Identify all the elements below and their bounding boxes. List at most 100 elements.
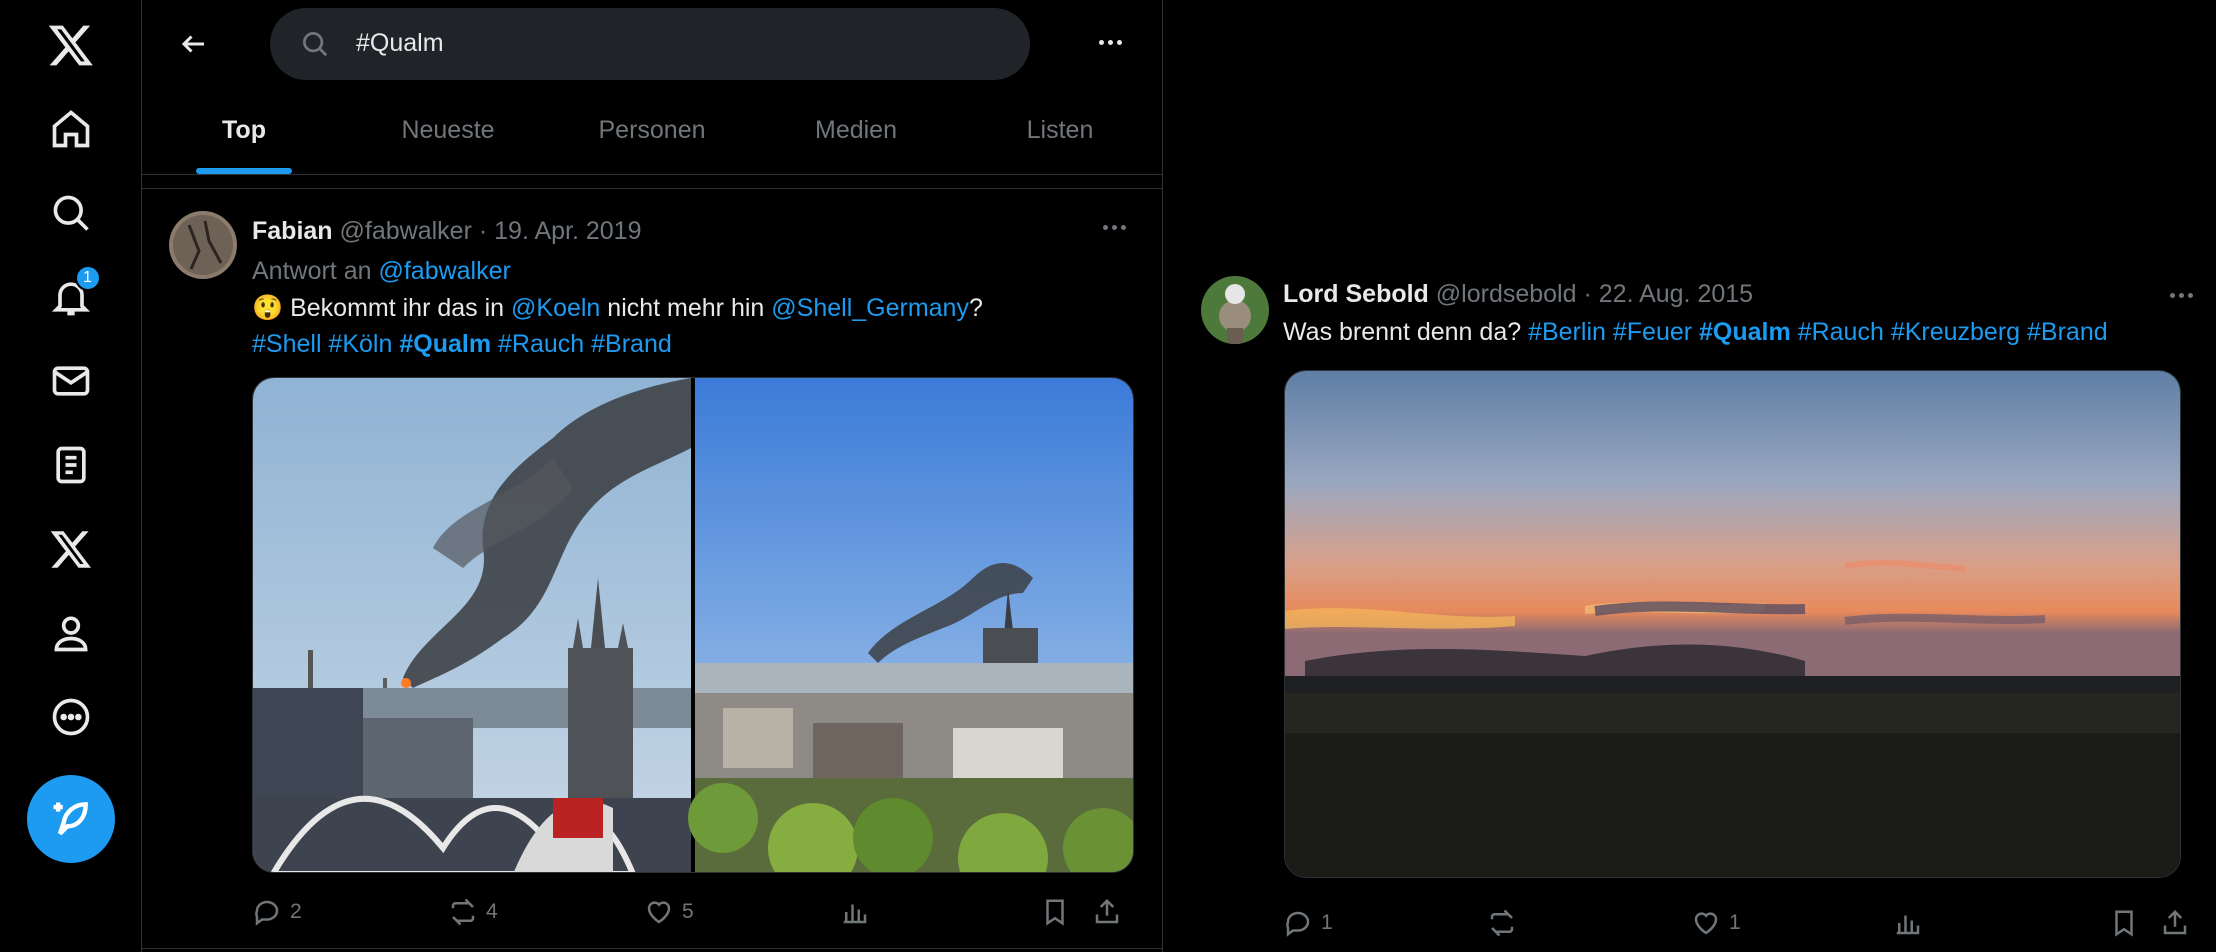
heart-icon [647, 901, 671, 924]
tab-top[interactable]: Top [142, 87, 346, 174]
tweet-date[interactable]: · 22. Aug. 2015 [1583, 280, 1753, 308]
more-options-button[interactable] [1088, 20, 1132, 64]
bookmark-button[interactable] [1040, 897, 1070, 927]
reply-mention[interactable]: @fabwalker [378, 257, 510, 285]
tab-neueste[interactable]: Neueste [346, 87, 550, 174]
author-handle[interactable]: @fabwalker [340, 217, 472, 245]
tweet-media[interactable] [252, 377, 1134, 873]
heart-icon [1694, 912, 1718, 935]
tweet-more-button[interactable] [1103, 225, 1126, 230]
tweet-header: Fabian @fabwalker · 19. Apr. 2019 [252, 217, 641, 246]
hashtag-link[interactable]: #Berlin [1528, 318, 1606, 346]
tweet-text: 😲 Bekommt ihr das in @Koeln nicht mehr h… [252, 290, 1112, 362]
reply-prefix: Antwort an [252, 257, 372, 285]
mail-icon[interactable] [29, 339, 113, 423]
search-icon[interactable] [29, 171, 113, 255]
text-part: ? [968, 294, 983, 322]
text-part: Was brennt denn da? [1283, 318, 1522, 346]
tweet-header: Lord Sebold @lordsebold · 22. Aug. 2015 [1283, 280, 1753, 309]
analytics-icon [1896, 915, 1920, 935]
reply-icon [255, 900, 279, 926]
divider [142, 175, 1162, 189]
retweet-icon [451, 898, 475, 926]
like-count: 1 [1729, 911, 1741, 934]
left-navigation: 1 [0, 0, 141, 952]
search-tabs: Top Neueste Personen Medien Listen [142, 87, 1162, 175]
tab-listen[interactable]: Listen [958, 87, 1162, 174]
tweet-text: Was brennt denn da? #Berlin #Feuer #Qual… [1283, 314, 2213, 350]
views-button[interactable] [1893, 908, 1923, 938]
tab-medien[interactable]: Medien [754, 87, 958, 174]
like-button[interactable]: 1 [1691, 908, 1741, 938]
detail-column: Lord Sebold @lordsebold · 22. Aug. 2015 … [1163, 0, 2216, 952]
views-button[interactable] [840, 897, 870, 927]
search-input[interactable] [356, 29, 956, 58]
search-results-column: Top Neueste Personen Medien Listen Fabia… [141, 0, 1163, 952]
more-dots-icon [2170, 293, 2193, 298]
mention-link[interactable]: @Koeln [511, 294, 600, 322]
avatar[interactable] [169, 211, 237, 279]
notification-badge: 1 [74, 265, 101, 291]
reply-button[interactable]: 1 [1283, 908, 1333, 938]
retweet-count: 4 [486, 900, 498, 923]
bookmark-button[interactable] [2109, 908, 2139, 938]
bell-icon[interactable]: 1 [29, 255, 113, 339]
author-name[interactable]: Lord Sebold [1283, 280, 1429, 308]
hashtag-link[interactable]: #Feuer [1613, 318, 1692, 346]
hashtag-link[interactable]: #Qualm [1699, 318, 1791, 346]
avatar[interactable] [1201, 276, 1269, 344]
emoji: 😲 [252, 294, 284, 322]
bookmark-icon [1046, 899, 1064, 926]
tweet-more-button[interactable] [2170, 293, 2193, 298]
hashtag-link[interactable]: #Brand [591, 330, 672, 358]
text-part: nicht mehr hin [607, 294, 765, 322]
like-button[interactable]: 5 [644, 897, 694, 927]
author-handle[interactable]: @lordsebold [1436, 280, 1577, 308]
hashtag-link[interactable]: #Köln [328, 330, 392, 358]
media-photos [253, 378, 1133, 872]
media-photo [1285, 371, 2180, 877]
search-icon [303, 31, 328, 56]
lists-icon[interactable] [29, 423, 113, 507]
compose-button[interactable] [26, 775, 115, 863]
tweet-date[interactable]: · 19. Apr. 2019 [479, 217, 642, 245]
more-dots-icon [1103, 225, 1126, 230]
hashtag-link[interactable]: #Kreuzberg [1891, 318, 2020, 346]
text-part: Bekommt ihr das in [290, 294, 505, 322]
share-icon [2163, 909, 2187, 935]
analytics-icon [843, 904, 867, 924]
mention-link[interactable]: @Shell_Germany [771, 294, 969, 322]
tweet-media[interactable] [1284, 370, 2181, 878]
reply-button[interactable]: 2 [252, 897, 302, 927]
retweet-button[interactable] [1487, 908, 1525, 938]
reply-icon [1286, 911, 1310, 937]
tab-personen[interactable]: Personen [550, 87, 754, 174]
back-button[interactable] [162, 12, 226, 76]
tweet-card[interactable]: Fabian @fabwalker · 19. Apr. 2019 Antwor… [142, 189, 1162, 946]
divider [141, 948, 1163, 949]
x-logo-icon[interactable] [29, 3, 113, 87]
home-icon[interactable] [29, 87, 113, 171]
hashtag-link[interactable]: #Rauch [1798, 318, 1884, 346]
profile-icon[interactable] [29, 591, 113, 675]
retweet-button[interactable]: 4 [448, 897, 498, 927]
premium-x-icon[interactable] [29, 507, 113, 591]
retweet-icon [1490, 909, 1514, 937]
search-header [142, 0, 1162, 87]
hashtag-link[interactable]: #Shell [252, 330, 322, 358]
share-button[interactable] [1092, 897, 1122, 927]
share-button[interactable] [2160, 908, 2190, 938]
like-count: 5 [682, 900, 694, 923]
share-icon [1095, 898, 1119, 924]
more-dots-icon [1098, 39, 1122, 45]
reply-count: 1 [1321, 911, 1333, 934]
author-name[interactable]: Fabian [252, 217, 333, 245]
hashtag-link[interactable]: #Rauch [498, 330, 584, 358]
hashtag-link[interactable]: #Qualm [399, 330, 491, 358]
tweet-card[interactable]: Lord Sebold @lordsebold · 22. Aug. 2015 … [1163, 270, 2216, 952]
search-box[interactable] [270, 7, 1030, 80]
more-circle-icon[interactable] [29, 675, 113, 759]
bookmark-icon [2115, 910, 2133, 937]
hashtag-link[interactable]: #Brand [2027, 318, 2108, 346]
compose-icon [53, 802, 88, 836]
